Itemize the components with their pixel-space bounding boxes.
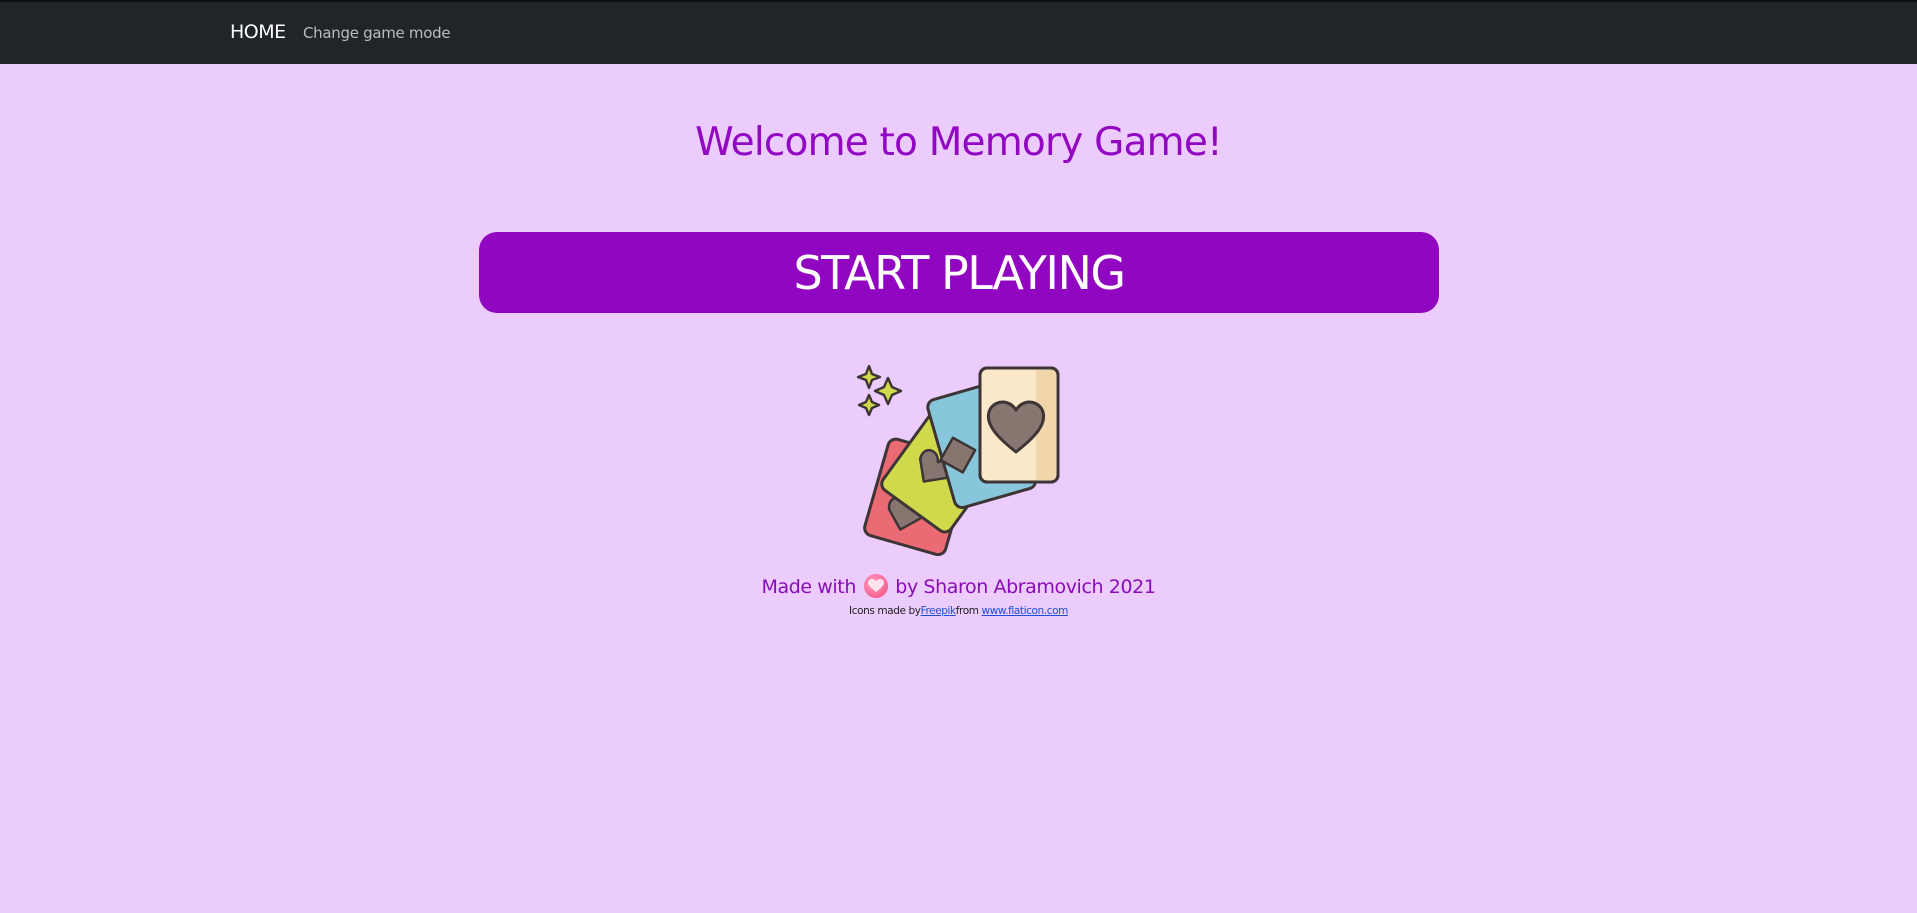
nav-home-link[interactable]: HOME bbox=[230, 21, 286, 43]
start-playing-button[interactable]: START PLAYING bbox=[479, 232, 1439, 313]
icon-credits: Icons made byFreepikfrom www.flaticon.co… bbox=[0, 605, 1917, 617]
nav-change-game-mode-link[interactable]: Change game mode bbox=[303, 24, 451, 42]
author-text: by Sharon Abramovich 2021 bbox=[895, 576, 1156, 598]
credits-prefix: Icons made by bbox=[849, 605, 921, 617]
flaticon-link[interactable]: www.flaticon.com bbox=[982, 605, 1069, 617]
playing-cards-icon bbox=[852, 360, 1062, 557]
heart-icon bbox=[863, 574, 888, 598]
top-navbar: HOME Change game mode bbox=[0, 0, 1917, 64]
credits-from: from bbox=[955, 605, 979, 617]
page-title: Welcome to Memory Game! bbox=[695, 120, 1222, 165]
footer-credit-line: Made with by Sharon Abramovich 2021 bbox=[0, 574, 1917, 598]
freepik-link[interactable]: Freepik bbox=[921, 605, 957, 617]
made-with-text: Made with bbox=[761, 576, 856, 598]
